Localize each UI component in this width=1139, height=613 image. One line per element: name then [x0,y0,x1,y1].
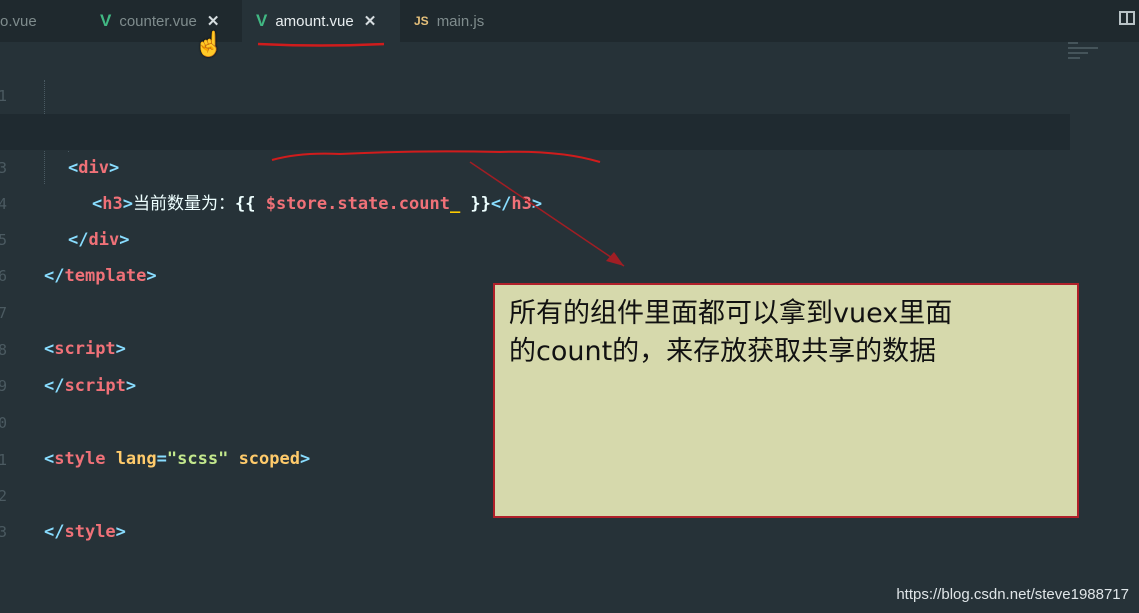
arrow-head [606,252,624,266]
annotation-line-2: 的count的，来存放获取共享的数据 [509,336,937,367]
tab-underline-mark [257,42,385,47]
expression-underline-mark [271,150,601,163]
annotation-line-1: 所有的组件里面都可以拿到vuex里面 [509,298,953,329]
watermark: https://blog.csdn.net/steve1988717 [896,586,1129,603]
arrow-line [469,161,625,267]
annotation-callout: 所有的组件里面都可以拿到vuex里面 的count的，来存放获取共享的数据 [493,283,1079,518]
